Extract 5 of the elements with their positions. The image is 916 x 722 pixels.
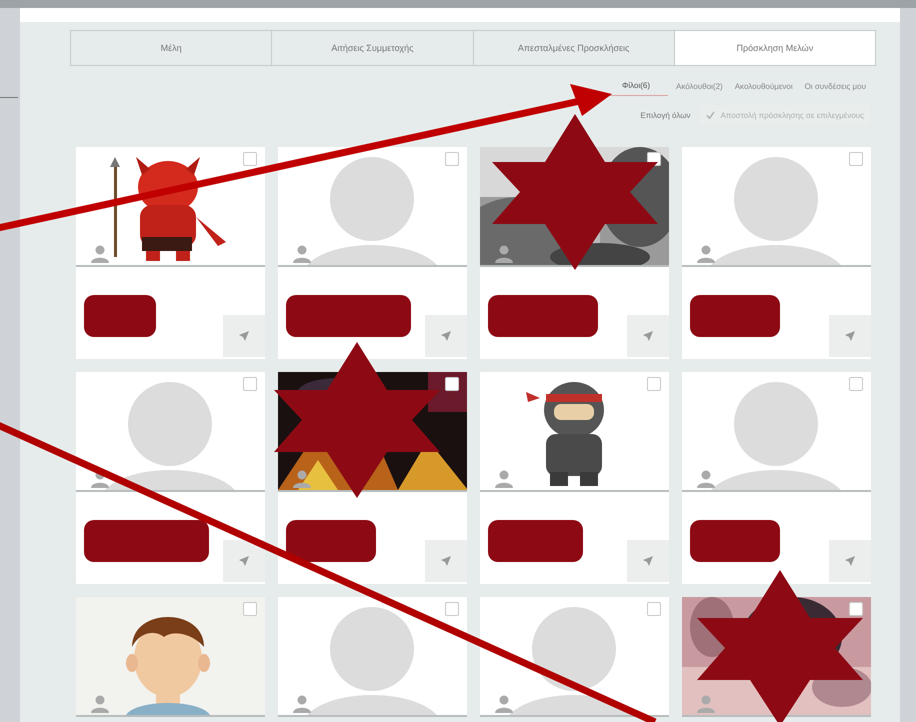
filter-tab[interactable]: Ακολουθούμενοι [730, 76, 797, 96]
tab[interactable]: Πρόσκληση Μελών [674, 31, 875, 65]
filter-tab[interactable]: Ακόλουθοι(2) [672, 76, 727, 96]
select-all-label: Επιλογή όλων [640, 110, 690, 120]
filter-tab[interactable]: Οι συνδέσεις μου [800, 76, 870, 96]
